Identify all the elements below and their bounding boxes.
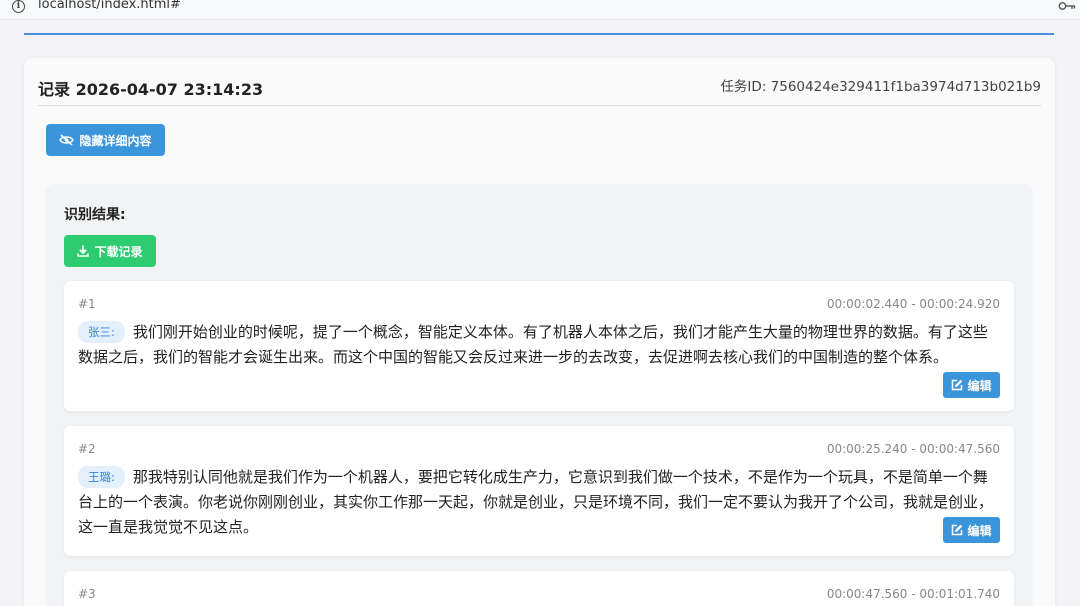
transcript-segment: #1 00:00:02.440 - 00:00:24.920 张三: 我们刚开始创… (64, 281, 1014, 411)
eye-slash-icon (59, 134, 75, 146)
segment-index: #1 (78, 297, 96, 311)
record-title: 记录 2026-04-07 23:14:23 (38, 80, 264, 99)
edit-button[interactable]: 编辑 (943, 372, 1000, 398)
transcript-segment: #2 00:00:25.240 - 00:00:47.560 王璐: 那我特别认同… (64, 426, 1014, 556)
record-card: 记录 2026-04-07 23:14:23 任务ID: 7560424e329… (24, 58, 1055, 606)
key-icon[interactable] (1058, 0, 1076, 12)
download-label: 下载记录 (94, 244, 143, 259)
info-icon[interactable]: i (12, 0, 25, 13)
segment-time: 00:00:47.560 - 00:01:01.740 (826, 587, 1000, 601)
task-id: 任务ID: 7560424e329411f1ba3974d713b021b9 (720, 79, 1041, 95)
edit-label: 编辑 (967, 523, 992, 538)
segment-content: 我们刚开始创业的时候呢，提了一个概念，智能定义本体。有了机器人本体之后，我们才能… (78, 323, 988, 366)
segment-time: 00:00:25.240 - 00:00:47.560 (826, 442, 1000, 456)
segment-index: #2 (78, 442, 96, 456)
edit-label: 编辑 (967, 378, 992, 393)
header-divider-line (24, 33, 1054, 35)
segment-content: 那我特别认同他就是我们作为一个机器人，要把它转化成生产力，它意识到我们做一个技术… (78, 468, 994, 536)
edit-button[interactable]: 编辑 (943, 517, 1000, 543)
download-record-button[interactable]: 下载记录 (64, 235, 156, 267)
download-icon (77, 245, 90, 257)
segment-index: #3 (78, 587, 96, 601)
transcript-segment: #3 00:00:47.560 - 00:01:01.740 (64, 571, 1014, 606)
edit-icon (952, 524, 963, 536)
edit-icon (952, 379, 963, 391)
segment-text: 王璐: 那我特别认同他就是我们作为一个机器人，要把它转化成生产力，它意识到我们做一… (78, 465, 1002, 540)
segment-time: 00:00:02.440 - 00:00:24.920 (826, 297, 1000, 311)
address-url[interactable]: localhost/index.html# (38, 0, 181, 12)
hide-details-button[interactable]: 隐藏详细内容 (46, 124, 165, 156)
segment-text: 张三: 我们刚开始创业的时候呢，提了一个概念，智能定义本体。有了机器人本体之后，我… (78, 320, 1002, 370)
speaker-tag[interactable]: 张三: (78, 321, 125, 343)
hide-details-label: 隐藏详细内容 (79, 133, 152, 148)
result-panel: 识别结果: 下载记录 #1 00:00:02.440 - 00:00:24.92… (46, 184, 1032, 606)
result-label: 识别结果: (64, 207, 126, 223)
browser-address-bar: i localhost/index.html# (0, 0, 1080, 20)
speaker-tag[interactable]: 王璐: (78, 466, 125, 488)
record-divider (38, 105, 1041, 106)
